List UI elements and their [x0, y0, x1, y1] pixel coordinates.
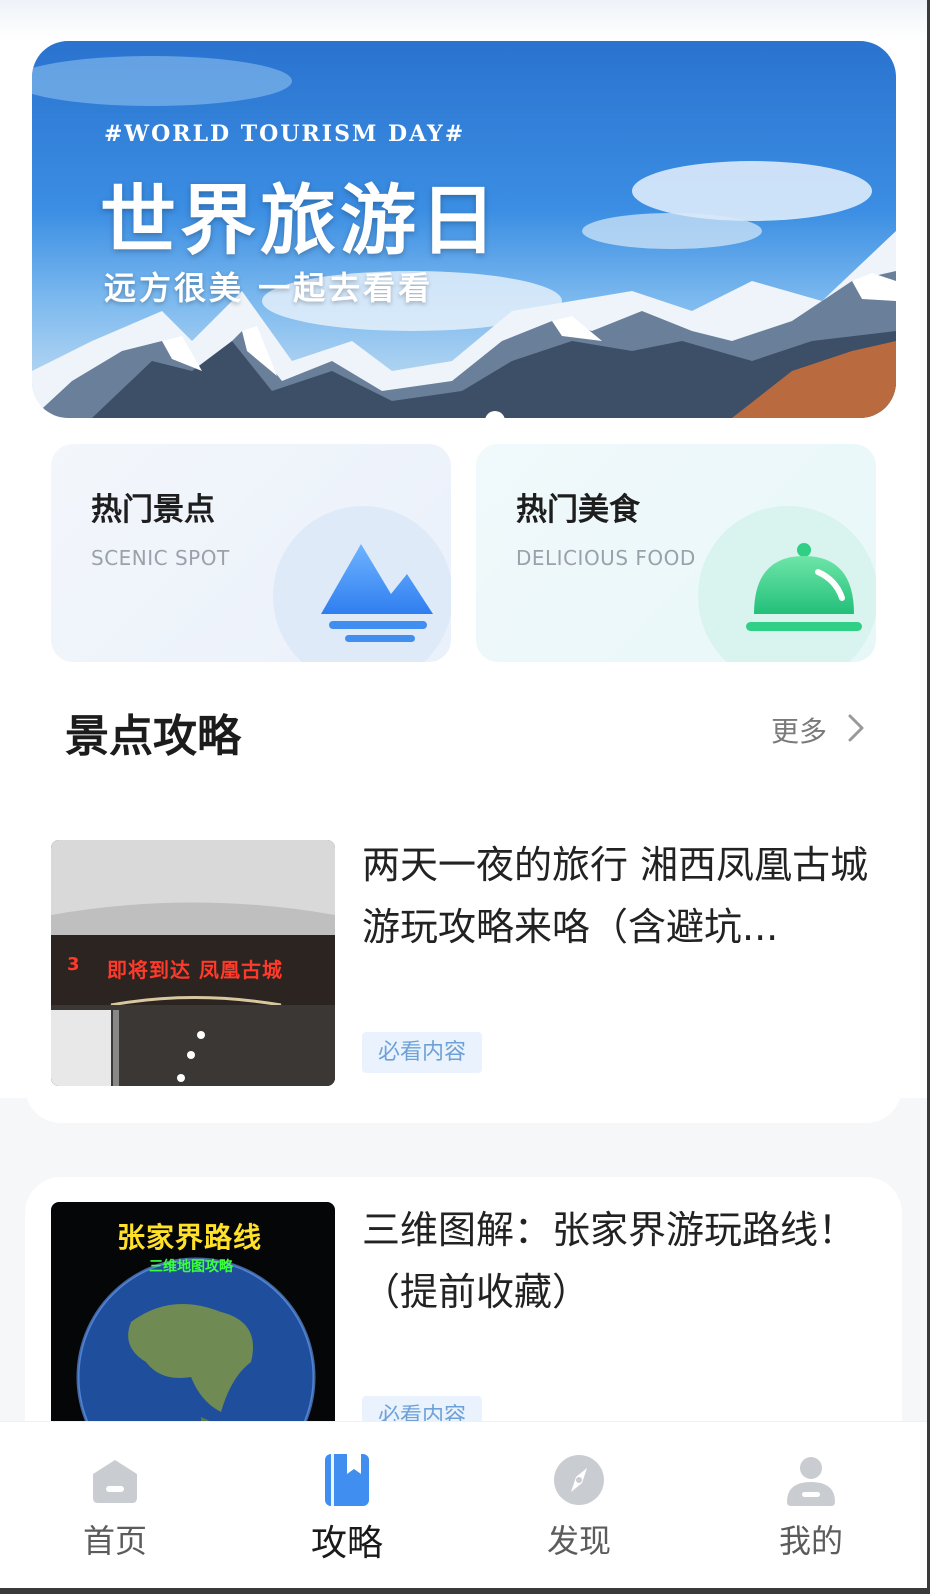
article-title[interactable]: 两天一夜的旅行 湘西凤凰古城游玩攻略来咯（含避坑...	[362, 834, 882, 958]
category-title: 热门景点	[91, 492, 215, 528]
category-subtitle: SCENIC SPOT	[91, 546, 230, 570]
nav-item-guide[interactable]: 攻略	[267, 1422, 427, 1595]
bottom-navigation: 首页 攻略 发现 我的	[0, 1421, 927, 1595]
compass-icon	[554, 1455, 604, 1505]
nav-item-home[interactable]: 首页	[35, 1422, 195, 1595]
list-item[interactable]: 3 即将到达 凤凰古城 两天一夜的旅行 湘西凤凰古城游玩攻略来咯（含避坑... …	[25, 798, 902, 1123]
thumbnail-text: 即将到达 凤凰古城	[107, 958, 283, 982]
category-card-food[interactable]: 热门美食 DELICIOUS FOOD	[476, 444, 876, 662]
guide-book-icon	[325, 1454, 369, 1506]
home-icon	[93, 1460, 137, 1503]
article-tag: 必看内容	[362, 1032, 483, 1073]
nav-label: 发现	[546, 1522, 611, 1560]
nav-label: 我的	[778, 1522, 843, 1560]
profile-icon	[787, 1457, 835, 1506]
chevron-right-icon[interactable]	[847, 713, 865, 743]
mountain-icon	[321, 544, 433, 642]
category-card-scenic[interactable]: 热门景点 SCENIC SPOT	[51, 444, 451, 662]
section-title: 景点攻略	[65, 711, 241, 762]
more-link[interactable]: 更多	[771, 710, 827, 750]
thumbnail-text: 张家界路线	[117, 1221, 263, 1254]
nav-item-profile[interactable]: 我的	[731, 1422, 891, 1595]
article-title[interactable]: 三维图解：张家界游玩路线！（提前收藏）	[362, 1199, 882, 1323]
nav-item-discover[interactable]: 发现	[499, 1422, 659, 1595]
banner-title: 世界旅游日	[100, 176, 500, 265]
banner-tag: #WORLD TOURISM DAY#	[104, 121, 466, 147]
banner-carousel[interactable]: #WORLD TOURISM DAY# 世界旅游日 远方很美 一起去看看	[32, 41, 896, 418]
category-subtitle: DELICIOUS FOOD	[516, 546, 696, 570]
banner-subtitle: 远方很美 一起去看看	[104, 269, 434, 307]
food-cloche-icon	[746, 543, 862, 631]
category-title: 热门美食	[516, 492, 640, 528]
nav-label: 首页	[82, 1522, 147, 1560]
thumbnail-subtext: 三维地图攻略	[149, 1259, 233, 1275]
article-thumbnail: 3 即将到达 凤凰古城	[51, 840, 335, 1086]
status-bar-area	[0, 0, 930, 40]
article-thumbnail: 张家界路线 三维地图攻略	[51, 1202, 335, 1448]
thumbnail-number: 3	[67, 954, 80, 975]
nav-label: 攻略	[310, 1523, 383, 1564]
window-bottom-edge	[0, 1588, 930, 1594]
